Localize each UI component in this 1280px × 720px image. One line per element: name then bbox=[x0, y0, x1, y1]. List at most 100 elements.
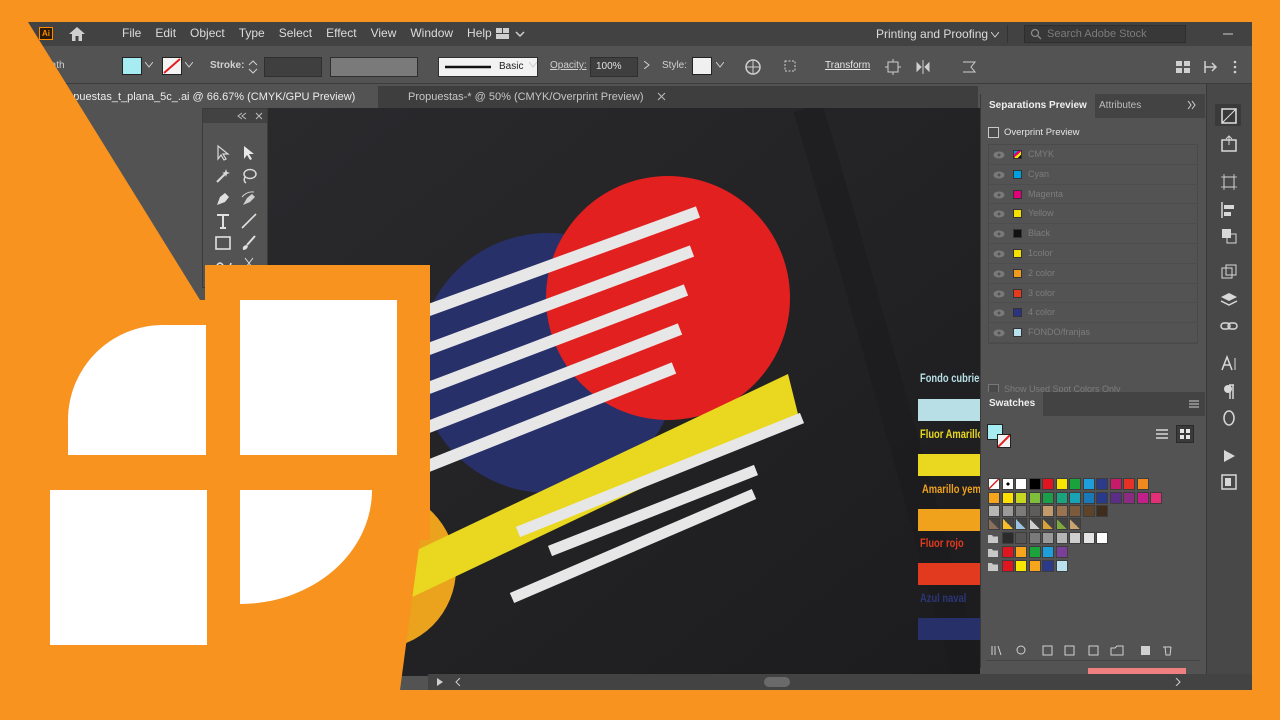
swatch-pattern[interactable] bbox=[988, 518, 1000, 530]
minimize-icon[interactable] bbox=[1222, 28, 1234, 40]
swatch-pattern[interactable] bbox=[1055, 518, 1068, 530]
swatch-gray[interactable] bbox=[1042, 532, 1054, 544]
eye-icon[interactable] bbox=[993, 250, 1005, 258]
swatch-group-color[interactable] bbox=[1001, 546, 1014, 558]
scroll-right-icon[interactable] bbox=[1174, 678, 1182, 686]
overprint-preview-checkbox[interactable] bbox=[988, 127, 999, 138]
swatch-gray[interactable] bbox=[1055, 532, 1068, 544]
swatch-gray[interactable] bbox=[1069, 532, 1081, 544]
swatch-color[interactable] bbox=[1028, 505, 1041, 517]
opacity-label[interactable]: Opacity: bbox=[550, 60, 587, 71]
stroke-color-indicator[interactable] bbox=[997, 434, 1011, 448]
curvature-tool-icon[interactable] bbox=[239, 189, 259, 209]
eye-icon[interactable] bbox=[993, 151, 1005, 159]
swatch-color[interactable] bbox=[1042, 478, 1054, 490]
menu-type[interactable]: Type bbox=[232, 26, 272, 40]
menu-select[interactable]: Select bbox=[272, 26, 319, 40]
stroke-stepper-icon[interactable] bbox=[248, 58, 258, 76]
tab-active-document[interactable]: hirt_propuestas_t_plana_5c_.ai @ 66.67% … bbox=[28, 86, 378, 108]
chevron-down-icon[interactable] bbox=[716, 62, 724, 68]
pen-tool-icon[interactable] bbox=[213, 189, 233, 209]
swatch-color[interactable] bbox=[1109, 478, 1122, 490]
swatch-pattern[interactable] bbox=[1001, 518, 1014, 530]
separation-row-4color[interactable]: 4 color bbox=[989, 303, 1197, 324]
separation-row-cyan[interactable]: Cyan bbox=[989, 165, 1197, 185]
swatch-pattern[interactable] bbox=[1015, 518, 1027, 530]
swatch-group-color[interactable] bbox=[1028, 546, 1041, 558]
libraries-icon[interactable] bbox=[1219, 472, 1239, 492]
swatch-color[interactable] bbox=[1096, 478, 1108, 490]
chevron-down-icon[interactable] bbox=[529, 62, 537, 68]
chevron-down-icon[interactable] bbox=[185, 62, 193, 68]
tab-attributes[interactable]: Attributes bbox=[1091, 94, 1149, 118]
swatch-color[interactable] bbox=[1055, 505, 1068, 517]
rectangle-tool-icon[interactable] bbox=[213, 233, 233, 253]
isolate-icon[interactable] bbox=[960, 58, 978, 76]
collapse-icon[interactable] bbox=[237, 112, 247, 120]
flip-icon[interactable] bbox=[914, 58, 932, 76]
separation-row-magenta[interactable]: Magenta bbox=[989, 185, 1197, 205]
swatch-color[interactable] bbox=[1123, 491, 1135, 504]
export-icon[interactable] bbox=[1219, 134, 1239, 154]
workspace-switcher[interactable]: Printing and Proofing bbox=[868, 25, 1008, 43]
play-icon[interactable] bbox=[436, 678, 444, 686]
eye-icon[interactable] bbox=[993, 191, 1005, 199]
opacity-field[interactable]: 100% bbox=[590, 57, 638, 77]
folder-icon[interactable] bbox=[988, 534, 998, 543]
variable-width-profile[interactable] bbox=[330, 57, 418, 77]
eye-icon[interactable] bbox=[993, 270, 1005, 278]
swatch-group-color[interactable] bbox=[1055, 546, 1068, 558]
layers-icon[interactable] bbox=[1219, 290, 1239, 310]
tab-second-document[interactable]: Propuestas-* @ 50% (CMYK/Overprint Previ… bbox=[400, 86, 672, 108]
swatch-color[interactable] bbox=[1015, 505, 1027, 517]
swatch-color[interactable] bbox=[1069, 478, 1081, 490]
swatch-gray[interactable] bbox=[1015, 532, 1027, 544]
stroke-weight-field[interactable] bbox=[264, 57, 322, 77]
separation-row-2color[interactable]: 2 color bbox=[989, 264, 1197, 284]
close-icon[interactable] bbox=[657, 92, 666, 101]
links-icon[interactable] bbox=[1219, 316, 1239, 336]
opentype-icon[interactable] bbox=[1219, 408, 1239, 428]
selection-tool-icon[interactable] bbox=[213, 143, 233, 163]
paintbrush-tool-icon[interactable] bbox=[239, 233, 259, 253]
arrange-icon[interactable] bbox=[1174, 58, 1192, 76]
swatch-color[interactable] bbox=[1136, 491, 1149, 504]
eye-icon[interactable] bbox=[993, 309, 1005, 317]
pathfinder-icon[interactable] bbox=[1219, 226, 1239, 246]
tab-separations-preview[interactable]: Separations Preview bbox=[981, 94, 1095, 118]
swatch-color[interactable] bbox=[1082, 478, 1095, 490]
swatch-color[interactable] bbox=[1001, 491, 1014, 504]
reference-point-icon[interactable] bbox=[884, 58, 902, 76]
swatch-color[interactable] bbox=[1082, 505, 1095, 517]
fill-swatch[interactable] bbox=[122, 57, 142, 75]
actions-icon[interactable] bbox=[1219, 446, 1239, 466]
menu-edit[interactable]: Edit bbox=[148, 26, 183, 40]
swatch-color[interactable] bbox=[1109, 491, 1122, 504]
menu-effect[interactable]: Effect bbox=[319, 26, 363, 40]
menu-view[interactable]: View bbox=[364, 26, 404, 40]
swatch-pattern[interactable] bbox=[1069, 518, 1081, 530]
direct-selection-tool-icon[interactable] bbox=[239, 143, 259, 163]
swatch-color[interactable] bbox=[1042, 505, 1054, 517]
tab-swatches[interactable]: Swatches bbox=[981, 392, 1044, 416]
swatch-color[interactable] bbox=[1055, 491, 1068, 504]
thumbnail-view-button[interactable] bbox=[1176, 425, 1194, 443]
more-options-icon[interactable] bbox=[1230, 58, 1240, 76]
swatch-color[interactable] bbox=[1028, 478, 1041, 490]
swatch-color[interactable] bbox=[1028, 491, 1041, 504]
swatch-gray[interactable] bbox=[1082, 532, 1095, 544]
swatch-color[interactable] bbox=[1015, 491, 1027, 504]
swatch-group-color[interactable] bbox=[1042, 546, 1054, 558]
separation-row-yellow[interactable]: Yellow bbox=[989, 204, 1197, 225]
eye-icon[interactable] bbox=[993, 329, 1005, 337]
search-stock-input[interactable]: Search Adobe Stock bbox=[1024, 25, 1186, 43]
folder-icon[interactable] bbox=[988, 548, 998, 557]
swatch-group-color[interactable] bbox=[1015, 546, 1027, 558]
swatch-spot-color[interactable] bbox=[1015, 560, 1027, 572]
horizontal-scrollbar-thumb[interactable] bbox=[764, 677, 790, 687]
expand-panel-icon[interactable] bbox=[1187, 100, 1197, 110]
swatch-color[interactable] bbox=[1136, 478, 1149, 490]
separation-row-fondo-franjas[interactable]: FONDO/franjas bbox=[989, 323, 1197, 343]
menu-help[interactable]: Help bbox=[460, 26, 499, 40]
chevron-right-icon[interactable] bbox=[644, 61, 650, 69]
